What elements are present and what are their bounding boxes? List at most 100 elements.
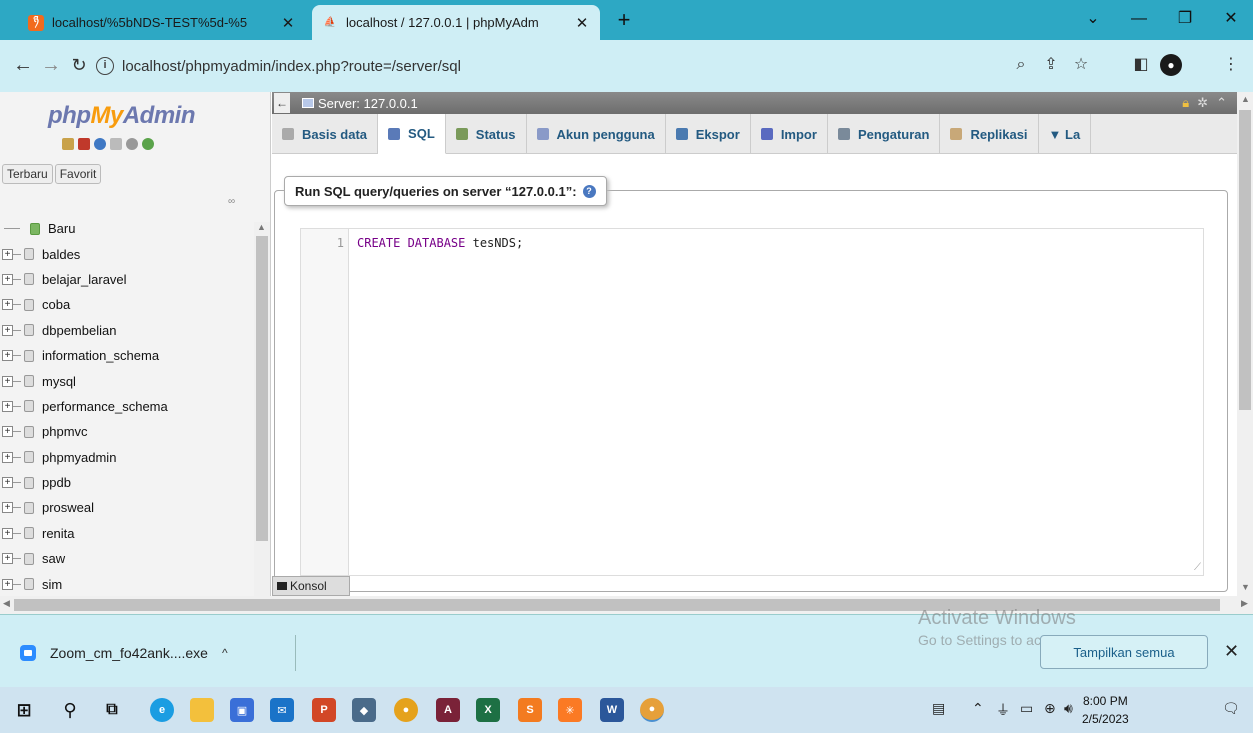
tab-impor[interactable]: Impor (751, 114, 828, 154)
navigation-scrollbar[interactable]: ▲ (254, 222, 270, 602)
battery-icon[interactable]: ▭ (1020, 700, 1033, 717)
powerpoint-icon[interactable]: P (312, 698, 336, 722)
usb-icon[interactable]: ⏚ (996, 700, 1010, 720)
db-item[interactable]: + sim (0, 571, 254, 596)
tab-ekspor[interactable]: Ekspor (666, 114, 751, 154)
site-info-icon[interactable]: i (96, 57, 114, 75)
tab-status[interactable]: Status (446, 114, 527, 154)
expand-plus-icon[interactable]: + (2, 324, 13, 336)
tab-close-icon[interactable]: ✕ (280, 14, 296, 32)
download-item[interactable]: Zoom_cm_fo42ank....exe ^ (20, 635, 296, 671)
tab-search-dropdown-icon[interactable]: ⌄ (1078, 6, 1108, 32)
scroll-down-icon[interactable]: ▼ (1241, 582, 1250, 592)
new-tab-button[interactable]: + (612, 9, 636, 33)
search-icon[interactable]: ⚲ (58, 698, 82, 722)
tab-phpmyadmin[interactable]: ⛵ localhost / 127.0.0.1 | phpMyAdm ✕ (312, 5, 600, 40)
reload-navigation-icon[interactable] (142, 138, 154, 150)
lock-icon[interactable]: 🔒︎ (1182, 95, 1189, 111)
logout-icon[interactable] (78, 138, 90, 150)
taskbar-clock[interactable]: 8:00 PM 2/5/2023 (1082, 692, 1129, 728)
database-name[interactable]: mysql (42, 374, 76, 389)
help-docs-icon[interactable]: ? (582, 184, 596, 198)
database-name[interactable]: phpmvc (42, 424, 88, 439)
collapse-top-icon[interactable]: ⌃ (1216, 95, 1227, 111)
mail-icon[interactable]: ✉ (270, 698, 294, 722)
link-with-main-panel-icon[interactable]: ∞ (228, 196, 235, 207)
database-name[interactable]: prosweal (42, 500, 94, 515)
sublime-icon[interactable]: S (518, 698, 542, 722)
recent-button[interactable]: Terbaru (2, 164, 53, 184)
db-item[interactable]: + performance_schema (0, 394, 254, 419)
task-view-icon[interactable]: ⧉ (100, 698, 124, 722)
app-icon[interactable]: ◆ (352, 698, 376, 722)
window-close-button[interactable]: ✕ (1216, 6, 1246, 32)
download-filename[interactable]: Zoom_cm_fo42ank....exe (50, 645, 208, 661)
db-item-new[interactable]: Baru (0, 216, 254, 241)
excel-icon[interactable]: X (476, 698, 500, 722)
db-item[interactable]: + saw (0, 546, 254, 571)
db-item[interactable]: + phpmyadmin (0, 445, 254, 470)
phpmyadmin-logo[interactable]: phpMyAdmin (48, 102, 196, 130)
db-item[interactable]: + phpmvc (0, 419, 254, 444)
resize-handle-icon[interactable]: ⟋ (1194, 562, 1201, 573)
sql-code-line[interactable]: CREATE DATABASE tesNDS; (357, 236, 523, 250)
help-icon[interactable] (94, 138, 106, 150)
tab-basis-data[interactable]: Basis data (272, 114, 379, 154)
expand-plus-icon[interactable]: + (2, 248, 13, 260)
notifications-icon[interactable]: 🗨︎ (1222, 700, 1240, 717)
console-toggle[interactable]: Konsol (272, 576, 350, 596)
show-all-downloads-button[interactable]: Tampilkan semua (1040, 635, 1208, 669)
tab-pengaturan[interactable]: Pengaturan (828, 114, 941, 154)
url-text[interactable]: localhost/phpmyadmin/index.php?route=/se… (122, 58, 461, 75)
profile-avatar-icon[interactable]: ● (1160, 54, 1182, 76)
database-name[interactable]: renita (42, 526, 75, 541)
show-hidden-icons-chevron-icon[interactable]: ⌃ (972, 700, 984, 717)
database-name[interactable]: ppdb (42, 475, 71, 490)
database-name[interactable]: sim (42, 577, 62, 592)
share-icon[interactable]: ⇪ (1040, 54, 1062, 76)
database-name[interactable]: coba (42, 297, 70, 312)
home-icon[interactable] (62, 138, 74, 150)
access-icon[interactable]: A (436, 698, 460, 722)
favorites-button[interactable]: Favorit (54, 164, 102, 184)
windows-start-icon[interactable]: ⊞ (12, 698, 36, 722)
expand-plus-icon[interactable]: + (2, 350, 13, 362)
docs-icon[interactable] (110, 138, 122, 150)
store-icon[interactable]: ▣ (230, 698, 254, 722)
word-icon[interactable]: W (600, 698, 624, 722)
tab-sql[interactable]: SQL (378, 114, 446, 154)
scrollbar-thumb[interactable] (1239, 110, 1251, 410)
edge-icon[interactable]: e (150, 698, 174, 722)
maximize-button[interactable]: ❐ (1170, 6, 1200, 32)
scroll-left-icon[interactable]: ◀ (3, 598, 10, 609)
expand-plus-icon[interactable]: + (2, 502, 13, 514)
db-item[interactable]: + dbpembelian (0, 318, 254, 343)
db-item[interactable]: + mysql (0, 368, 254, 393)
volume-icon[interactable]: 🔊︎ (1064, 700, 1073, 717)
database-name[interactable]: phpmyadmin (42, 450, 116, 465)
network-icon[interactable]: ⊕ (1044, 700, 1056, 717)
download-options-chevron-icon[interactable]: ^ (222, 646, 228, 660)
new-database-label[interactable]: Baru (48, 221, 75, 236)
sql-editor[interactable]: 1 CREATE DATABASE tesNDS; ⟋ (300, 228, 1204, 576)
database-name[interactable]: information_schema (42, 348, 159, 363)
expand-plus-icon[interactable]: + (2, 400, 13, 412)
tab-close-icon[interactable]: ✕ (574, 14, 590, 32)
database-name[interactable]: dbpembelian (42, 323, 116, 338)
db-item[interactable]: + renita (0, 521, 254, 546)
reload-icon[interactable]: ↻ (66, 52, 92, 78)
expand-plus-icon[interactable]: + (2, 451, 13, 463)
side-panel-icon[interactable]: ◧ (1130, 54, 1152, 76)
xampp-icon[interactable]: ✳ (558, 698, 582, 722)
database-name[interactable]: baldes (42, 247, 80, 262)
settings-gear-icon[interactable] (126, 138, 138, 150)
address-bar[interactable]: i localhost/phpmyadmin/index.php?route=/… (96, 48, 974, 84)
scrollbar-thumb[interactable] (256, 236, 268, 541)
expand-plus-icon[interactable]: + (2, 375, 13, 387)
forward-arrow-icon[interactable]: → (38, 52, 64, 78)
page-scrollbar[interactable]: ▲ ▼ (1237, 92, 1253, 602)
database-name[interactable]: performance_schema (42, 399, 168, 414)
bookmark-star-icon[interactable]: ☆ (1070, 54, 1092, 76)
chrome-icon[interactable]: ● (394, 698, 418, 722)
db-item[interactable]: + coba (0, 292, 254, 317)
